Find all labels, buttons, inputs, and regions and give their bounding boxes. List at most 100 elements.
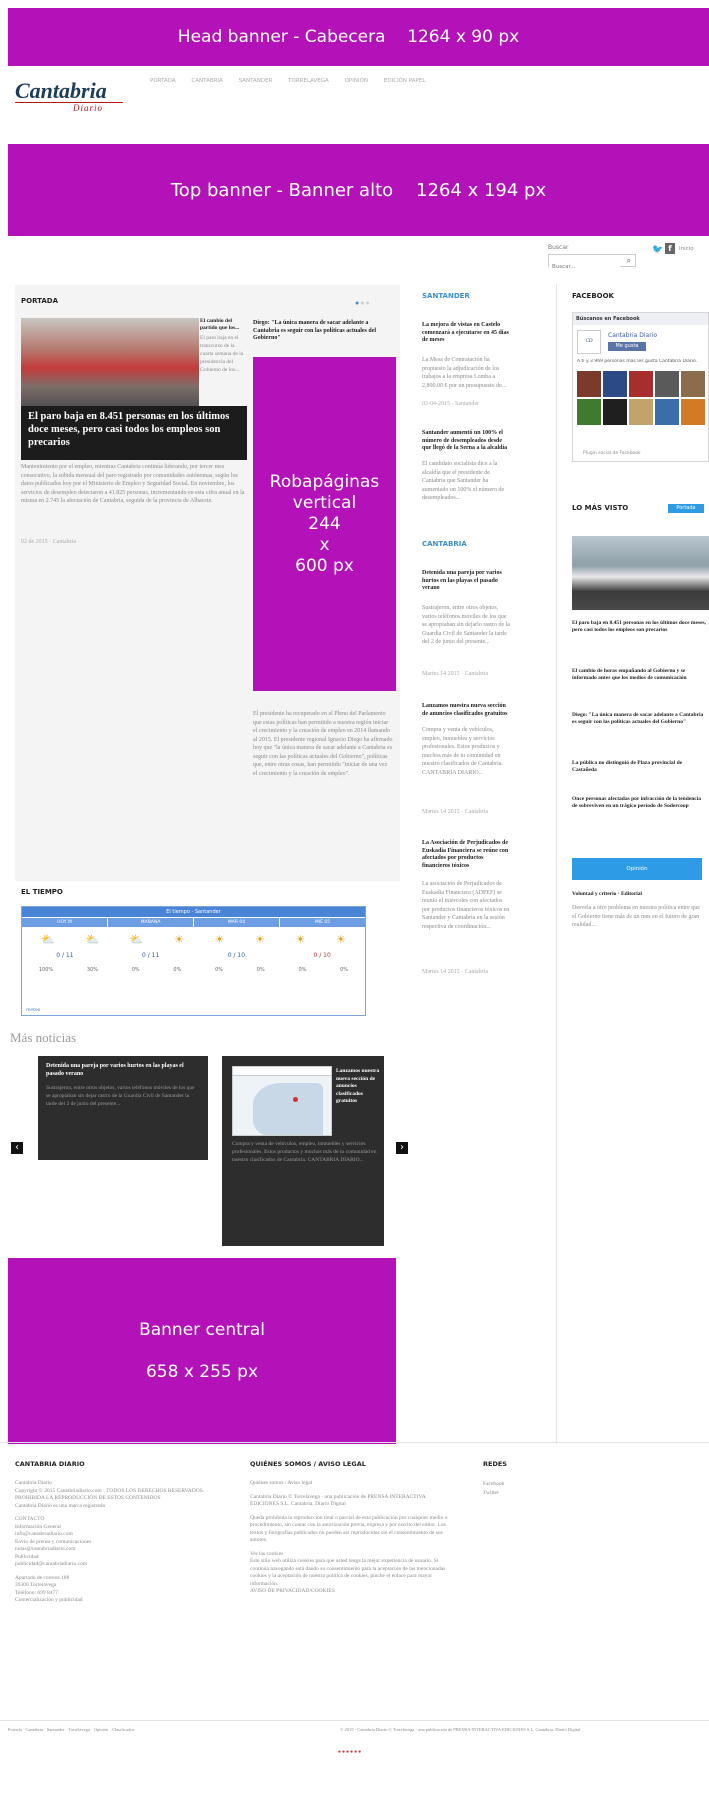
weather-temp: 0 / 10 (313, 952, 331, 959)
opinion-button[interactable]: Opinión (572, 858, 702, 880)
editorial-text: Desvela a otro problema en nuestra polít… (572, 905, 700, 928)
fan-avatar[interactable] (629, 399, 653, 425)
mas-visto-item[interactable]: Once personas afectadas por infracción d… (572, 796, 707, 810)
weather-footer[interactable]: meteo (26, 1008, 40, 1013)
facebook-page-name[interactable]: Cantabria Diario (608, 332, 657, 339)
mas-visto-item[interactable]: El paro baja en 8.451 personas en los úl… (572, 620, 707, 634)
top-banner[interactable]: Top banner - Banner alto 1264 x 194 px (8, 144, 709, 236)
fan-avatar[interactable] (577, 399, 601, 425)
cantabria-item-headline[interactable]: Detenida una pareja por varios hurtos en… (422, 570, 510, 593)
cantabria-title[interactable]: CANTABRIA (422, 540, 467, 548)
footer-bottom-link[interactable]: Santander (47, 1727, 65, 1732)
search-icon[interactable]: ⌕ (627, 256, 631, 266)
footer-bottom-links: Portada · Cantabria · Santander · Torrel… (8, 1727, 135, 1732)
nav-item-opinion[interactable]: OPINIÓN (345, 78, 368, 84)
santander-item-headline[interactable]: La mejora de vistas en Castelo comenzará… (422, 322, 510, 345)
mas-visto-item[interactable]: Diego: "La única manera de sacar adelant… (572, 712, 707, 726)
nav-item-santander[interactable]: SANTANDER (239, 78, 273, 84)
main-news-headline-box[interactable]: El paro baja en 8.451 personas en los úl… (21, 406, 247, 460)
nav-item-edicion-papel[interactable]: EDICIÓN PAPEL (384, 78, 426, 84)
footer-line: Este sitio web utiliza cookies para que … (250, 1558, 446, 1587)
fan-avatar[interactable] (655, 371, 679, 397)
map-header (233, 1067, 331, 1076)
side-news-headline[interactable]: El cambio del partido que los... (200, 318, 247, 332)
map-land (253, 1083, 323, 1135)
cantabria-item-headline[interactable]: Lanzamos nuestra nueva sección de anunci… (422, 703, 510, 718)
footer-line: Cantabria Diario © Torrelavega · una pub… (250, 1493, 426, 1508)
mas-visto-badge[interactable]: Portada (668, 504, 704, 513)
weather-percent: 0% (298, 967, 307, 973)
search-label: Buscar (548, 244, 569, 251)
social-link-label[interactable]: Inicio (679, 246, 694, 252)
footer-link[interactable]: info@cantabriadiario.com (15, 1531, 235, 1539)
footer-bottom-link[interactable]: Opinión (94, 1727, 109, 1732)
mas-visto-item[interactable]: La pública no distinguió de Plaza provin… (572, 760, 707, 774)
footer-bottom-link[interactable]: Portada (8, 1727, 22, 1732)
fan-avatar[interactable] (603, 399, 627, 425)
footer-col3-content: Facebook Twitter (483, 1480, 583, 1498)
news-card-map-image[interactable] (232, 1066, 332, 1136)
footer-link[interactable]: notas@cantabriadiario.com (15, 1546, 235, 1554)
fan-avatar[interactable] (681, 371, 705, 397)
santander-item-meta: 02-04-2015 · Santander (422, 401, 479, 407)
fan-avatar[interactable] (603, 371, 627, 397)
santander-item-headline[interactable]: Santander aumentó un 100% el número de d… (422, 430, 510, 453)
santander-title[interactable]: SANTANDER (422, 292, 470, 300)
footer-line: Apartado de correos 188 (15, 1574, 70, 1581)
footer-link[interactable]: publicidad@cantabriadiario.com (15, 1561, 235, 1569)
fan-avatar[interactable] (629, 371, 653, 397)
cantabria-item-headline[interactable]: La Asociación de Perjudicados de Euskadi… (422, 840, 510, 870)
footer-line: Publicidad (15, 1553, 39, 1560)
weather-icons-row: ⛅ ⛅ ⛅ ☀ ☀ ☀ ☀ ☀ (22, 927, 365, 946)
facebook-widget: Búscanos en Facebook CD Cantabria Diario… (572, 312, 709, 462)
robapaginas-line3: 244 (308, 513, 341, 534)
search-input[interactable] (549, 261, 620, 273)
fan-avatar[interactable] (577, 371, 601, 397)
carousel-next-button[interactable]: › (396, 1142, 408, 1154)
tiempo-title: EL TIEMPO (21, 888, 63, 896)
robapaginas-banner[interactable]: Robapáginas vertical 244 x 600 px (253, 357, 396, 691)
carousel-prev-button[interactable]: ‹ (11, 1142, 23, 1154)
nav-item-portada[interactable]: PORTADA (150, 78, 176, 84)
main-news-headline[interactable]: El paro baja en 8.451 personas en los úl… (28, 410, 240, 449)
facebook-like-button[interactable]: Me gusta (608, 342, 646, 351)
editorial-title[interactable]: Voluntad y criterio · Editorial (572, 890, 707, 899)
footer-line: Queda prohibida la reproducción total o … (250, 1514, 448, 1544)
mas-visto-item[interactable]: El cambio de horas empañando al Gobierno… (572, 668, 707, 682)
weather-day: MAR 04 (194, 918, 280, 927)
news-card[interactable]: Detenida una pareja por varios hurtos en… (38, 1056, 208, 1160)
robapaginas-line5: 600 px (295, 555, 354, 576)
top-banner-label: Top banner - Banner alto 1264 x 194 px (170, 179, 547, 201)
footer-bottom-link[interactable]: Clasificados (112, 1727, 134, 1732)
footer-link[interactable]: Ver las cookies (250, 1551, 455, 1559)
facebook-plugin-text: Plugin social de Facebook (583, 451, 641, 456)
diego-headline[interactable]: Diego: "La única manera de sacar adelant… (253, 320, 393, 343)
nav-item-torrelavega[interactable]: TORRELAVEGA (288, 78, 329, 84)
footer-facebook-link[interactable]: Facebook (483, 1480, 583, 1489)
nav-item-cantabria[interactable]: CANTABRIA (191, 78, 222, 84)
head-banner[interactable]: Head banner - Cabecera 1264 x 90 px (8, 8, 709, 66)
fan-avatar[interactable] (681, 399, 705, 425)
news-card-headline[interactable]: Detenida una pareja por varios hurtos en… (46, 1062, 200, 1078)
footer-bottom-link[interactable]: Torrelavega (68, 1727, 89, 1732)
facebook-icon[interactable]: f (665, 243, 675, 254)
central-banner[interactable]: Banner central 658 x 255 px (8, 1258, 396, 1444)
mas-visto-title: LO MÁS VISTO (572, 504, 629, 512)
portada-title: PORTADA (21, 297, 59, 305)
news-card-headline[interactable]: Lanzamos nuestra nueva sección de anunci… (336, 1068, 380, 1106)
footer-link[interactable]: Quiénes somos / Aviso legal (250, 1480, 455, 1488)
footer-twitter-link[interactable]: Twitter (483, 1489, 583, 1498)
weather-percent: 0% (173, 967, 182, 973)
carousel-dots[interactable]: ●●● (355, 299, 371, 307)
site-logo[interactable]: Cantabria Diario (15, 80, 123, 116)
facebook-likes-text: A ti y 3.969 personas más les gusta Cant… (577, 359, 698, 364)
footer-line: CONTACTO (15, 1516, 45, 1522)
footer-bottom-link[interactable]: Cantabria (26, 1727, 44, 1732)
main-news-image[interactable] (21, 318, 199, 409)
footer-link[interactable]: AVISO DE PRIVACIDAD/COOKIES (250, 1588, 455, 1596)
twitter-icon[interactable]: 🐦 (652, 244, 663, 255)
carousel-dot[interactable]: ● (365, 299, 370, 307)
cantabria-item-meta: Martes 14 2015 · Cantabria (422, 969, 488, 975)
mas-visto-image[interactable] (572, 536, 709, 610)
fan-avatar[interactable] (655, 399, 679, 425)
